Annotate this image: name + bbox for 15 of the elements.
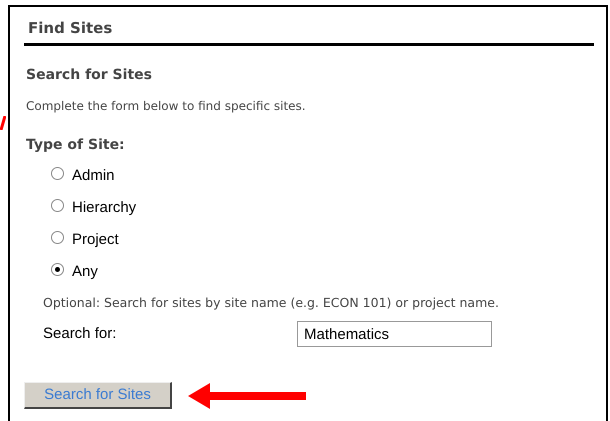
hint-text: Optional: Search for sites by site name (e.g. ECON 101) or project name. bbox=[42, 294, 500, 312]
search-field[interactable]: Mathematics bbox=[297, 321, 492, 348]
radio-button[interactable] bbox=[51, 166, 64, 180]
section-heading: Search for Sites bbox=[26, 66, 153, 84]
radio-button[interactable] bbox=[51, 198, 64, 212]
radio-button[interactable] bbox=[51, 230, 64, 244]
type-label: Type of Site: bbox=[26, 136, 126, 154]
radio-label: Project bbox=[72, 230, 119, 250]
radio-label: Any bbox=[72, 262, 98, 282]
panel-title: Find Sites bbox=[24, 17, 594, 46]
radio-label: Admin bbox=[72, 166, 115, 186]
search-label: Search for: bbox=[43, 324, 118, 344]
section-description: Complete the form below to find specific sites. bbox=[26, 98, 307, 114]
radio-button[interactable] bbox=[51, 262, 64, 276]
radio-label: Hierarchy bbox=[72, 198, 136, 218]
